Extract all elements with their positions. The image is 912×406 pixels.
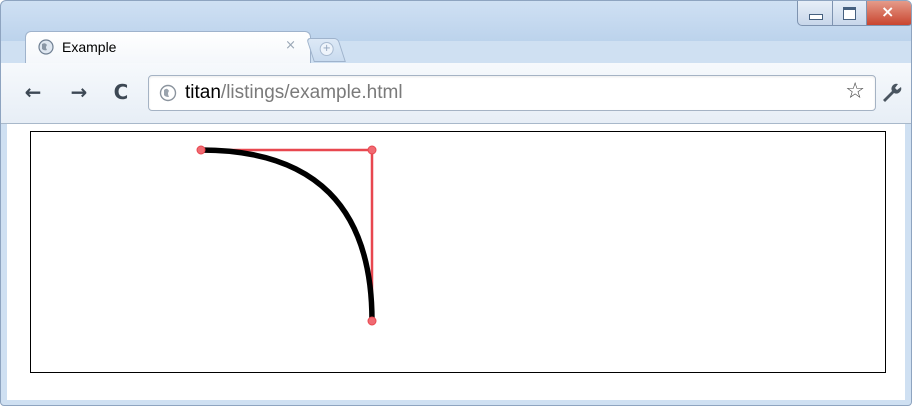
start-point-marker bbox=[196, 145, 206, 155]
maximize-icon bbox=[843, 7, 856, 20]
back-button[interactable]: ← bbox=[21, 80, 45, 104]
forward-button[interactable]: → bbox=[67, 80, 91, 104]
canvas-drawing bbox=[196, 145, 377, 326]
address-bar[interactable]: titan/listings/example.html ☆ bbox=[148, 75, 876, 111]
minimize-icon bbox=[809, 14, 823, 20]
canvas[interactable] bbox=[30, 131, 886, 373]
close-window-button[interactable]: × bbox=[866, 1, 911, 26]
address-text[interactable]: titan/listings/example.html bbox=[185, 82, 403, 104]
control-point-marker bbox=[367, 145, 377, 155]
close-icon: × bbox=[881, 2, 895, 21]
reload-icon: C bbox=[113, 80, 129, 104]
forward-arrow-icon: → bbox=[70, 80, 88, 104]
browser-window: × Example × + ← → C titan/listings/examp… bbox=[0, 0, 912, 406]
browser-toolbar: ← → C titan/listings/example.html ☆ bbox=[1, 63, 911, 124]
address-path: /listings/example.html bbox=[220, 82, 403, 103]
tab-close-icon[interactable]: × bbox=[285, 38, 296, 53]
tab-title: Example bbox=[62, 39, 117, 55]
reload-button[interactable]: C bbox=[109, 80, 133, 104]
address-host: titan bbox=[185, 82, 221, 103]
bookmark-star-icon[interactable]: ☆ bbox=[845, 79, 865, 104]
quadratic-curve bbox=[198, 147, 375, 324]
new-tab-icon: + bbox=[319, 42, 334, 56]
minimize-button[interactable] bbox=[797, 1, 833, 26]
tab-example[interactable]: Example × bbox=[25, 31, 311, 64]
globe-icon bbox=[38, 39, 54, 55]
back-arrow-icon: ← bbox=[24, 80, 42, 104]
new-tab-button[interactable]: + bbox=[306, 38, 346, 62]
maximize-button[interactable] bbox=[832, 1, 867, 26]
page-globe-icon bbox=[159, 84, 177, 102]
wrench-icon[interactable] bbox=[877, 79, 905, 107]
page-viewport bbox=[7, 124, 905, 400]
end-point-marker bbox=[367, 316, 377, 326]
